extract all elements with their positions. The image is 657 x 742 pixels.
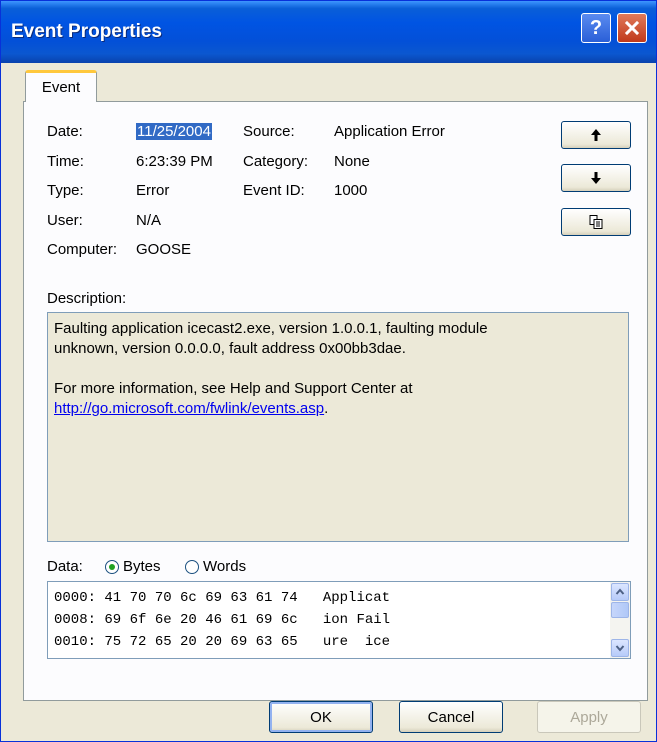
ok-button[interactable]: OK (269, 701, 373, 733)
copy-button[interactable] (561, 208, 631, 236)
help-link[interactable]: http://go.microsoft.com/fwlink/events.as… (54, 400, 324, 417)
source-value[interactable]: Application Error (334, 123, 445, 140)
time-label: Time: (47, 153, 84, 170)
type-label: Type: (47, 182, 84, 199)
time-value[interactable]: 6:23:39 PM (136, 153, 213, 170)
data-line: 0000: 41 70 70 6c 69 63 61 74 Applicat (54, 590, 391, 606)
radio-words-circle[interactable] (185, 559, 199, 574)
scroll-thumb[interactable] (611, 602, 629, 618)
data-line: 0010: 75 72 65 20 20 69 63 65 ure ice (54, 634, 391, 650)
close-icon (624, 20, 640, 36)
category-label: Category: (243, 153, 309, 170)
description-blank-line (54, 359, 622, 379)
eventid-label: Event ID: (243, 182, 305, 199)
radio-bytes[interactable]: Bytes (105, 558, 161, 575)
description-line: Faulting application icecast2.exe, versi… (54, 320, 488, 337)
window-title: Event Properties (11, 21, 162, 42)
radio-words[interactable]: Words (185, 558, 246, 575)
scroll-down-button[interactable] (611, 639, 629, 657)
event-properties-window: Event Properties ? Event Date: 11/25/200… (0, 0, 657, 742)
chevron-down-icon (615, 645, 625, 652)
close-button[interactable] (617, 13, 647, 43)
user-label: User: (47, 212, 83, 229)
type-value[interactable]: Error (136, 182, 169, 199)
date-value[interactable]: 11/25/2004 (136, 123, 212, 140)
up-arrow-icon (591, 129, 601, 141)
radio-bytes-label: Bytes (123, 558, 161, 575)
tab-event[interactable]: Event (25, 70, 97, 102)
date-label: Date: (47, 123, 83, 140)
description-line: For more information, see Help and Suppo… (54, 380, 413, 397)
description-line: unknown, version 0.0.0.0, fault address … (54, 340, 406, 357)
computer-value[interactable]: GOOSE (136, 241, 191, 258)
copy-icon (589, 215, 603, 229)
category-value[interactable]: None (334, 153, 370, 170)
help-icon: ? (589, 16, 603, 39)
previous-event-button[interactable] (561, 121, 631, 149)
cancel-button[interactable]: Cancel (399, 701, 503, 733)
title-bar[interactable]: Event Properties ? (1, 1, 656, 63)
radio-bytes-circle[interactable] (105, 559, 119, 574)
link-suffix: . (324, 400, 329, 417)
source-label: Source: (243, 123, 295, 140)
description-label: Description: (47, 290, 127, 307)
apply-button[interactable]: Apply (537, 701, 641, 733)
eventid-value[interactable]: 1000 (334, 182, 367, 199)
data-line: 0008: 69 6f 6e 20 46 61 69 6c ion Fail (54, 612, 391, 628)
data-hex-box[interactable]: 0000: 41 70 70 6c 69 63 61 74 Applicat 0… (47, 581, 631, 659)
radio-words-label: Words (203, 558, 247, 575)
down-arrow-icon (591, 172, 601, 184)
vertical-scrollbar[interactable] (610, 582, 630, 658)
description-link-line: http://go.microsoft.com/fwlink/events.as… (54, 399, 622, 419)
next-event-button[interactable] (561, 164, 631, 192)
scroll-up-button[interactable] (611, 583, 629, 601)
description-text-box[interactable]: Faulting application icecast2.exe, versi… (47, 312, 629, 542)
tab-event-label: Event (41, 79, 81, 96)
chevron-up-icon (615, 588, 625, 595)
help-button[interactable]: ? (581, 13, 611, 43)
computer-label: Computer: (47, 241, 118, 258)
data-label: Data: (47, 558, 83, 575)
user-value[interactable]: N/A (136, 212, 161, 229)
radio-selected-dot (109, 563, 115, 570)
